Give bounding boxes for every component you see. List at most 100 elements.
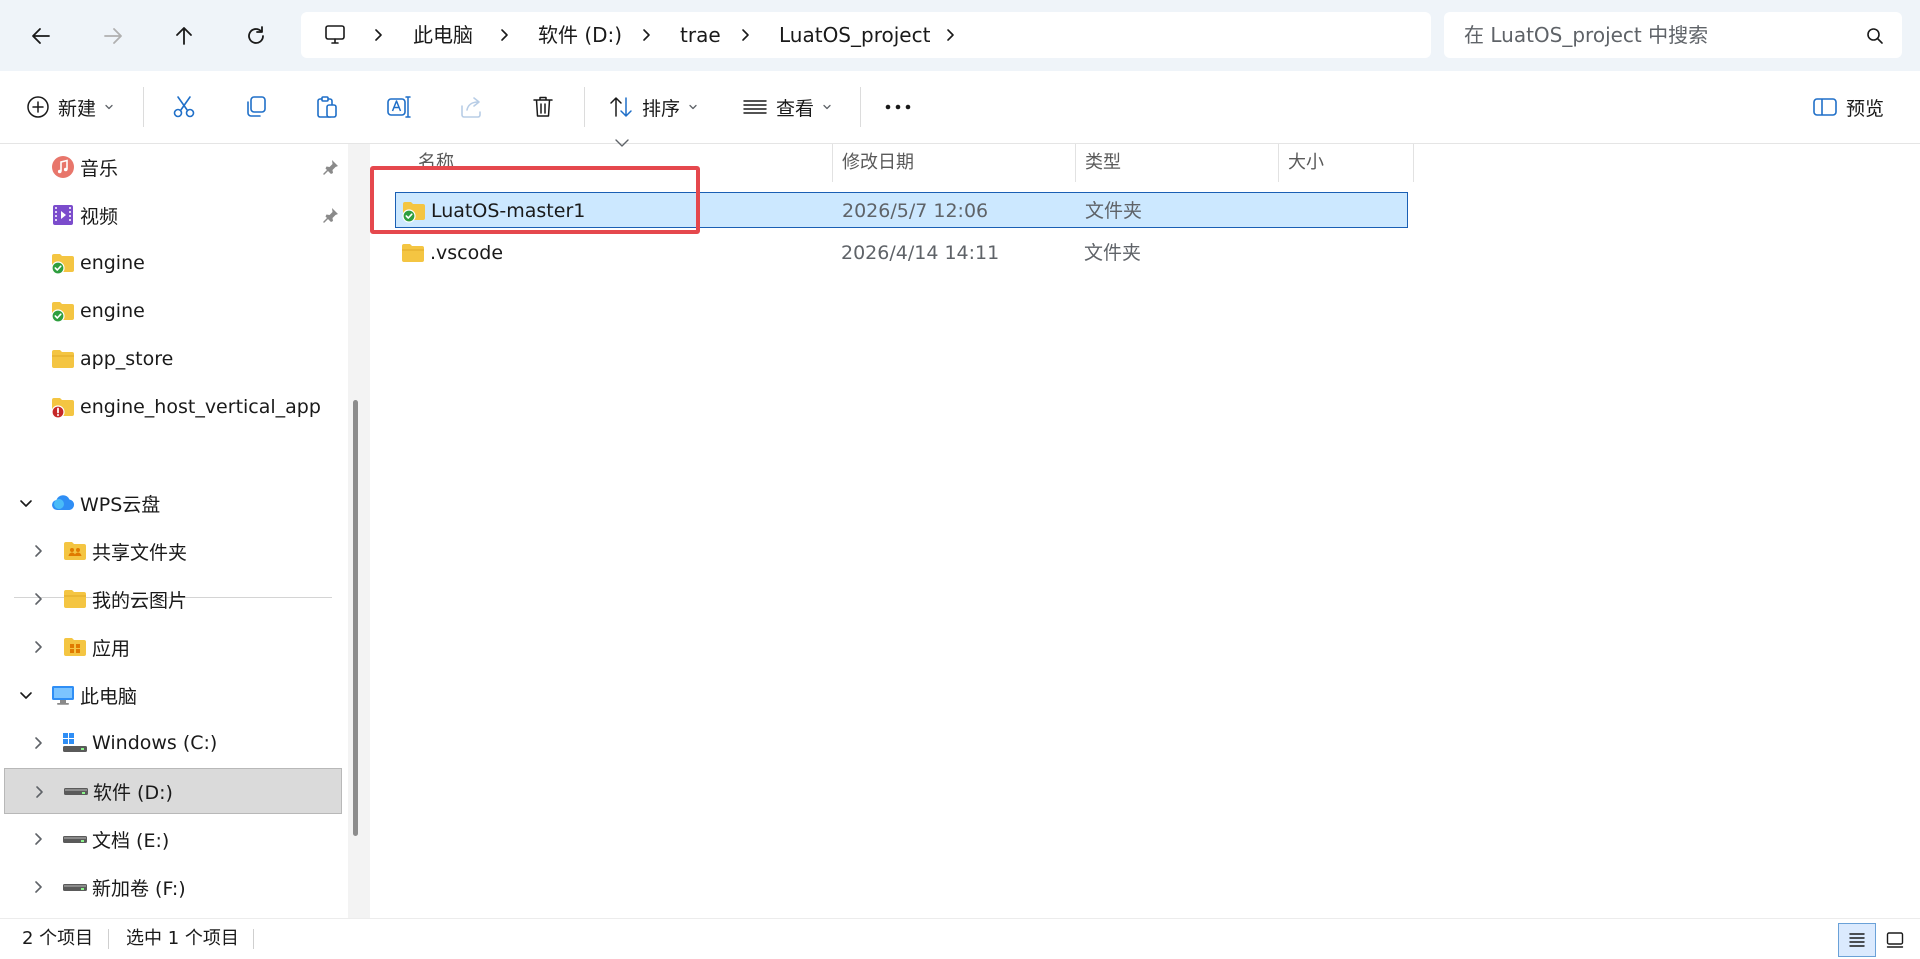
- breadcrumb-trae[interactable]: trae: [680, 12, 721, 58]
- column-divider[interactable]: [1075, 144, 1076, 182]
- refresh-button[interactable]: [232, 12, 280, 60]
- breadcrumb-drive-d[interactable]: 软件 (D:): [538, 12, 622, 58]
- sidebar-item-engine[interactable]: engine: [4, 240, 342, 286]
- drive-icon: [62, 826, 88, 852]
- status-bar: 2 个项目 选中 1 个项目: [0, 918, 1920, 959]
- cloud-icon: [50, 490, 76, 516]
- more-options-button[interactable]: [884, 81, 912, 133]
- sidebar-item-videos[interactable]: 视频: [4, 192, 342, 238]
- video-icon: [50, 202, 76, 228]
- tiles-view-icon: [1886, 932, 1904, 948]
- column-divider[interactable]: [832, 144, 833, 182]
- sidebar-item-label: engine: [80, 252, 145, 274]
- folder-synced-icon: [50, 250, 76, 276]
- preview-pane-button[interactable]: 预览: [1812, 81, 1884, 133]
- forward-button[interactable]: [89, 12, 137, 60]
- pin-icon[interactable]: [322, 158, 340, 176]
- file-modified: 2026/4/14 14:11: [841, 242, 1000, 264]
- copy-button[interactable]: [243, 81, 269, 133]
- pin-icon[interactable]: [322, 206, 340, 224]
- sidebar-item-app-store[interactable]: app_store: [4, 336, 342, 382]
- sidebar-item-drive-f[interactable]: 新加卷 (F:): [4, 864, 342, 910]
- search-icon[interactable]: [1866, 27, 1884, 45]
- computer-icon: [50, 682, 76, 708]
- sidebar-item-shared-folder[interactable]: 共享文件夹: [4, 528, 342, 574]
- chevron-right-icon[interactable]: [30, 639, 46, 655]
- sidebar-item-label: engine: [80, 300, 145, 322]
- sidebar-item-drive-c[interactable]: Windows (C:): [4, 720, 342, 766]
- details-view-icon: [1849, 933, 1865, 947]
- file-type: 文件夹: [1085, 200, 1143, 222]
- chevron-right-icon[interactable]: [30, 591, 46, 607]
- sort-label: 排序: [642, 97, 681, 120]
- chevron-right-icon[interactable]: [30, 543, 46, 559]
- sidebar-item-apps[interactable]: 应用: [4, 624, 342, 670]
- sidebar-item-label: 新加卷 (F:): [92, 877, 186, 900]
- column-header-modified[interactable]: 修改日期: [842, 144, 914, 182]
- copy-icon: [247, 96, 266, 117]
- cut-button[interactable]: [171, 81, 197, 133]
- chevron-right-icon[interactable]: [942, 27, 958, 43]
- up-button[interactable]: [160, 12, 208, 60]
- chevron-right-icon[interactable]: [638, 27, 654, 43]
- chevron-right-icon[interactable]: [30, 831, 46, 847]
- toolbar-divider: [584, 87, 585, 127]
- chevron-right-icon[interactable]: [31, 784, 47, 800]
- paste-button[interactable]: [314, 81, 340, 133]
- sidebar-scroll-thumb[interactable]: [353, 400, 358, 836]
- view-button[interactable]: 查看: [742, 81, 832, 133]
- sidebar-item-music[interactable]: 音乐: [4, 144, 342, 190]
- column-header-type[interactable]: 类型: [1085, 144, 1121, 182]
- sidebar-scrollbar[interactable]: [348, 144, 370, 918]
- search-box[interactable]: 在 LuatOS_project 中搜索: [1444, 12, 1902, 58]
- back-button[interactable]: [17, 12, 65, 60]
- address-bar[interactable]: 此电脑 软件 (D:) trae LuatOS_project: [301, 12, 1431, 58]
- chevron-down-icon[interactable]: [18, 687, 34, 703]
- rename-button[interactable]: [386, 81, 412, 133]
- sidebar-item-drive-e[interactable]: 文档 (E:): [4, 816, 342, 862]
- sidebar-item-label: 此电脑: [80, 685, 138, 708]
- sort-button[interactable]: 排序: [608, 81, 698, 133]
- file-row[interactable]: .vscode 2026/4/14 14:11 文件夹: [395, 235, 1408, 271]
- new-button[interactable]: 新建: [26, 81, 114, 133]
- chevron-right-icon[interactable]: [737, 27, 753, 43]
- chevron-down-icon[interactable]: [18, 495, 34, 511]
- column-divider[interactable]: [1413, 144, 1414, 182]
- chevron-right-icon[interactable]: [30, 879, 46, 895]
- chevron-right-icon[interactable]: [496, 27, 512, 43]
- breadcrumb-luatos-project[interactable]: LuatOS_project: [779, 12, 930, 58]
- search-input[interactable]: 在 LuatOS_project 中搜索: [1464, 12, 1708, 58]
- highlight-annotation: [370, 166, 700, 234]
- navigation-pane: 音乐 视频 engine engine app_store engine_hos…: [0, 144, 354, 918]
- sidebar-item-label: 应用: [92, 637, 131, 660]
- scissors-icon: [173, 96, 195, 118]
- chevron-right-icon[interactable]: [370, 27, 386, 43]
- sidebar-item-this-pc[interactable]: 此电脑: [4, 672, 342, 718]
- tiles-view-button[interactable]: [1876, 923, 1914, 957]
- breadcrumb-this-pc[interactable]: 此电脑: [413, 12, 473, 58]
- column-divider[interactable]: [1278, 144, 1279, 182]
- folder-icon: [402, 244, 424, 262]
- plus-circle-icon: [27, 96, 49, 118]
- arrow-up-icon: [176, 27, 192, 45]
- sidebar-item-label: 软件 (D:): [93, 781, 173, 804]
- file-name[interactable]: .vscode: [430, 235, 503, 271]
- share-button[interactable]: [458, 81, 484, 133]
- arrow-left-icon: [32, 28, 50, 44]
- sidebar-item-label: WPS云盘: [80, 493, 161, 516]
- sidebar-item-wps-cloud[interactable]: WPS云盘: [4, 480, 342, 526]
- command-bar: 新建 排序 查看 预览: [0, 71, 1920, 144]
- column-header-size[interactable]: 大小: [1288, 144, 1324, 182]
- sidebar-item-engine-host[interactable]: engine_host_vertical_app: [4, 384, 342, 430]
- new-label: 新建: [58, 97, 97, 120]
- delete-button[interactable]: [530, 81, 556, 133]
- sidebar-item-engine[interactable]: engine: [4, 288, 342, 334]
- sidebar-item-drive-d[interactable]: 软件 (D:): [4, 768, 342, 814]
- windows-drive-icon: [62, 730, 88, 756]
- chevron-right-icon[interactable]: [30, 735, 46, 751]
- sidebar-item-label: 共享文件夹: [92, 541, 188, 564]
- details-view-button[interactable]: [1838, 923, 1876, 957]
- file-type: 文件夹: [1084, 242, 1142, 264]
- status-divider: [108, 929, 109, 949]
- sidebar-item-cloud-pictures[interactable]: 我的云图片: [4, 576, 342, 622]
